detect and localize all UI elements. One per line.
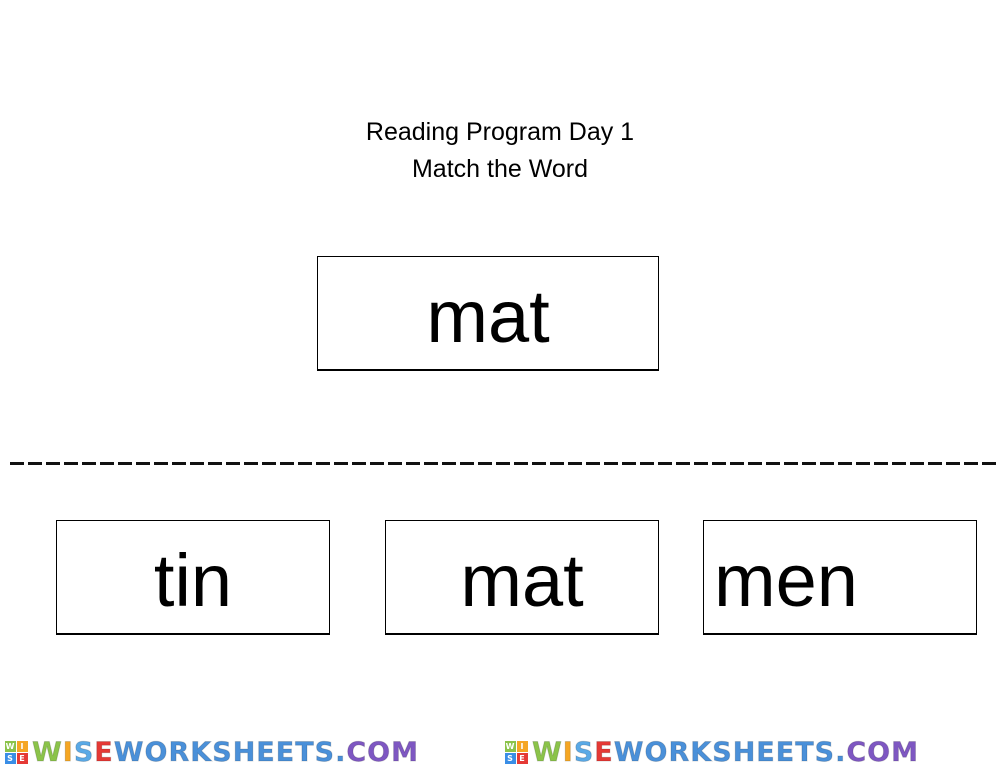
logo-block-icon: WISE: [505, 740, 528, 764]
wiseworksheets-logo: W I S E WISEWORKSHEETS.COM: [505, 736, 919, 768]
choice-label: tin: [153, 539, 233, 622]
logo-text: WISEWORKSHEETS.COM: [32, 736, 419, 768]
choice-card-tin[interactable]: tin: [56, 520, 330, 635]
wiseworksheets-logo: W I S E WISEWORKSHEETS.COM: [5, 736, 419, 768]
logo-text: WISEWORKSHEETS.COM: [532, 736, 919, 768]
logo-block-icon: WISE: [5, 740, 28, 764]
dashed-divider: [10, 462, 1000, 465]
target-word-card: mat: [317, 256, 659, 371]
worksheet-subtitle: Match the Word: [411, 155, 588, 183]
choice-label: mat: [460, 539, 584, 622]
target-word: mat: [426, 275, 550, 358]
choice-label: men: [714, 539, 858, 622]
choice-card-mat[interactable]: mat: [385, 520, 659, 635]
choice-card-men[interactable]: men: [703, 520, 977, 635]
worksheet-title: Reading Program Day 1: [365, 118, 635, 146]
